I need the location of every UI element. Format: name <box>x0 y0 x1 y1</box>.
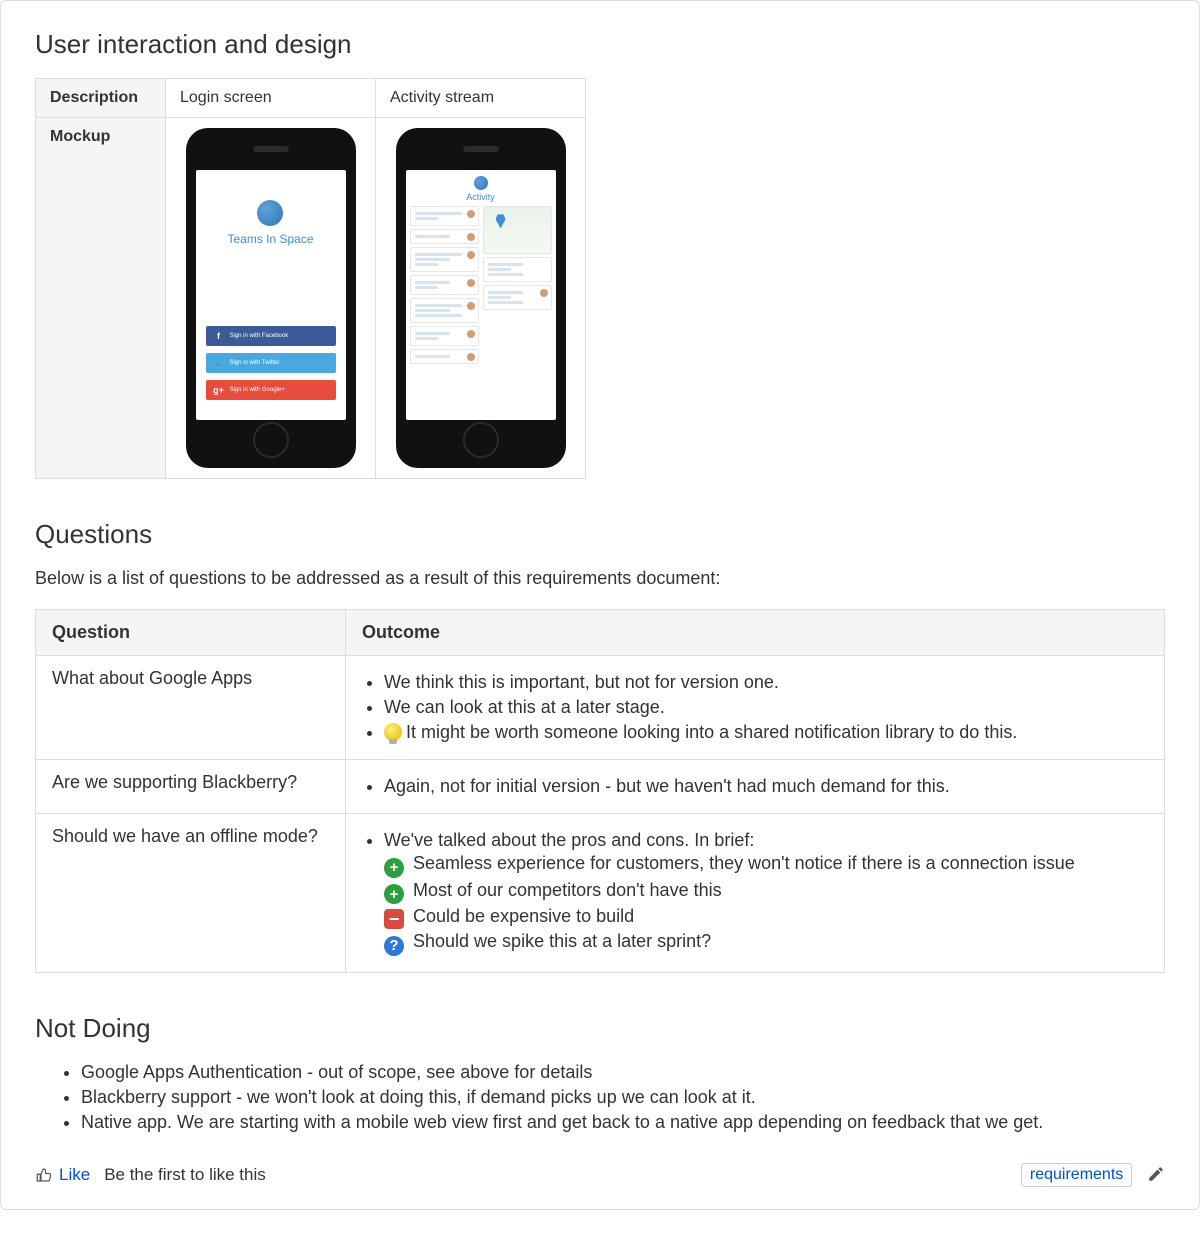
questions-header-outcome: Outcome <box>346 610 1165 656</box>
questions-header-question: Question <box>36 610 346 656</box>
section-questions-title: Questions <box>35 519 1165 550</box>
thumb-up-icon <box>35 1166 53 1184</box>
list-item: It might be worth someone looking into a… <box>384 722 1148 743</box>
list-item: We can look at this at a later stage. <box>384 697 1148 718</box>
question-cell: What about Google Apps <box>36 656 346 760</box>
outcome-cell: Again, not for initial version - but we … <box>346 760 1165 814</box>
tag-requirements[interactable]: requirements <box>1021 1163 1132 1187</box>
like-button[interactable]: Like <box>35 1165 90 1185</box>
like-label: Like <box>59 1165 90 1185</box>
mockup-col-login-label: Login screen <box>166 79 376 118</box>
phone-mockup-activity: Activity <box>396 128 566 468</box>
outcome-cell: We think this is important, but not for … <box>346 656 1165 760</box>
list-item: We think this is important, but not for … <box>384 672 1148 693</box>
twitter-login-button: 🐦Sign in with Twitter <box>206 353 336 373</box>
table-row: Are we supporting Blackberry? Again, not … <box>36 760 1165 814</box>
minus-icon: − <box>384 909 404 929</box>
page-footer: Like Be the first to like this requireme… <box>35 1163 1165 1187</box>
question-icon: ? <box>384 936 404 956</box>
section-user-interaction-title: User interaction and design <box>35 29 1165 60</box>
table-row: What about Google Apps We think this is i… <box>36 656 1165 760</box>
document-page: User interaction and design Description … <box>0 0 1200 1210</box>
list-item: Native app. We are starting with a mobil… <box>81 1112 1165 1133</box>
facebook-icon: f <box>212 331 226 341</box>
map-thumbnail <box>483 206 552 254</box>
outcome-sub-item: − Could be expensive to build <box>384 906 1148 929</box>
plus-icon: + <box>384 884 404 904</box>
outcome-sub-item: ? Should we spike this at a later sprint… <box>384 931 1148 956</box>
question-cell: Should we have an offline mode? <box>36 814 346 973</box>
like-hint: Be the first to like this <box>104 1165 266 1185</box>
mockup-col-activity-label: Activity stream <box>376 79 586 118</box>
mockup-table: Description Login screen Activity stream… <box>35 78 586 479</box>
google-login-button: g+Sign in with Google+ <box>206 380 336 400</box>
plus-icon: + <box>384 858 404 878</box>
brand-name: Teams In Space <box>227 232 313 246</box>
notdoing-list: Google Apps Authentication - out of scop… <box>35 1062 1165 1133</box>
edit-icon[interactable] <box>1147 1165 1165 1183</box>
mockup-row-description-label: Description <box>36 79 166 118</box>
table-row: Should we have an offline mode? We've tal… <box>36 814 1165 973</box>
phone-mockup-login: Teams In Space fSign in with Facebook 🐦S… <box>186 128 356 468</box>
question-cell: Are we supporting Blackberry? <box>36 760 346 814</box>
section-notdoing-title: Not Doing <box>35 1013 1165 1044</box>
google-plus-icon: g+ <box>212 385 226 395</box>
list-item: Blackberry support - we won't look at do… <box>81 1087 1165 1108</box>
questions-table: Question Outcome What about Google AppsW… <box>35 609 1165 973</box>
facebook-login-button: fSign in with Facebook <box>206 326 336 346</box>
outcome-cell: We've talked about the pros and cons. In… <box>346 814 1165 973</box>
list-item: Google Apps Authentication - out of scop… <box>81 1062 1165 1083</box>
outcome-sub-item: + Seamless experience for customers, the… <box>384 853 1148 878</box>
list-item: Again, not for initial version - but we … <box>384 776 1148 797</box>
mockup-row-mockup-label: Mockup <box>36 118 166 479</box>
questions-intro: Below is a list of questions to be addre… <box>35 568 1165 589</box>
rocket-icon <box>257 200 283 226</box>
list-item: We've talked about the pros and cons. In… <box>384 830 1148 956</box>
lightbulb-icon <box>384 723 402 741</box>
outcome-sub-item: + Most of our competitors don't have thi… <box>384 880 1148 905</box>
rocket-icon <box>474 176 488 190</box>
twitter-icon: 🐦 <box>212 358 226 369</box>
activity-title: Activity <box>410 192 552 202</box>
